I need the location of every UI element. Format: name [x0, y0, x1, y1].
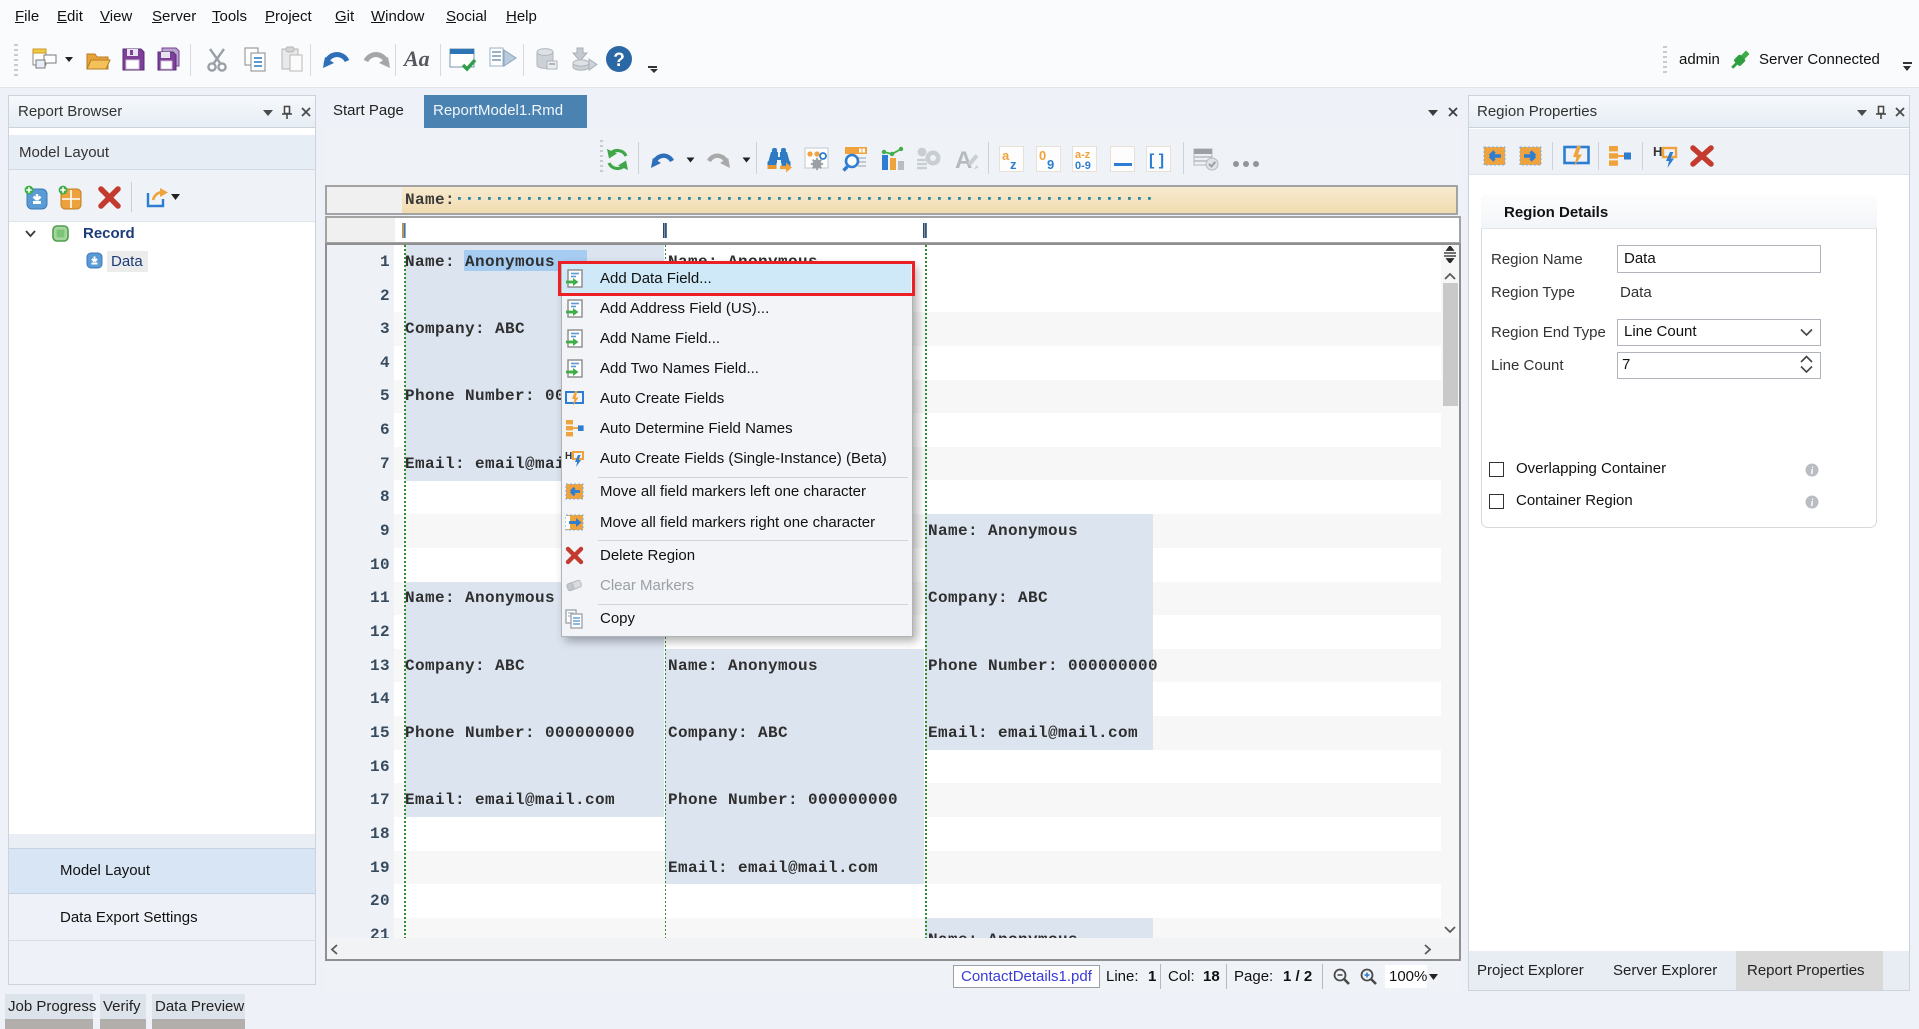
- svg-text:i: i: [1811, 498, 1814, 509]
- svg-text:A: A: [955, 147, 972, 172]
- svg-text:[ ]: [ ]: [1149, 152, 1164, 169]
- svg-text:9: 9: [1047, 157, 1054, 170]
- svg-text:H: H: [565, 451, 572, 462]
- svg-text:i: i: [1811, 466, 1814, 477]
- svg-text:0-9: 0-9: [1075, 160, 1091, 171]
- svg-text:H: H: [1653, 144, 1662, 159]
- svg-text:?: ?: [613, 50, 625, 71]
- svg-text:z: z: [1010, 157, 1017, 170]
- svg-text:0: 0: [1039, 148, 1046, 163]
- svg-text:a: a: [1002, 148, 1010, 163]
